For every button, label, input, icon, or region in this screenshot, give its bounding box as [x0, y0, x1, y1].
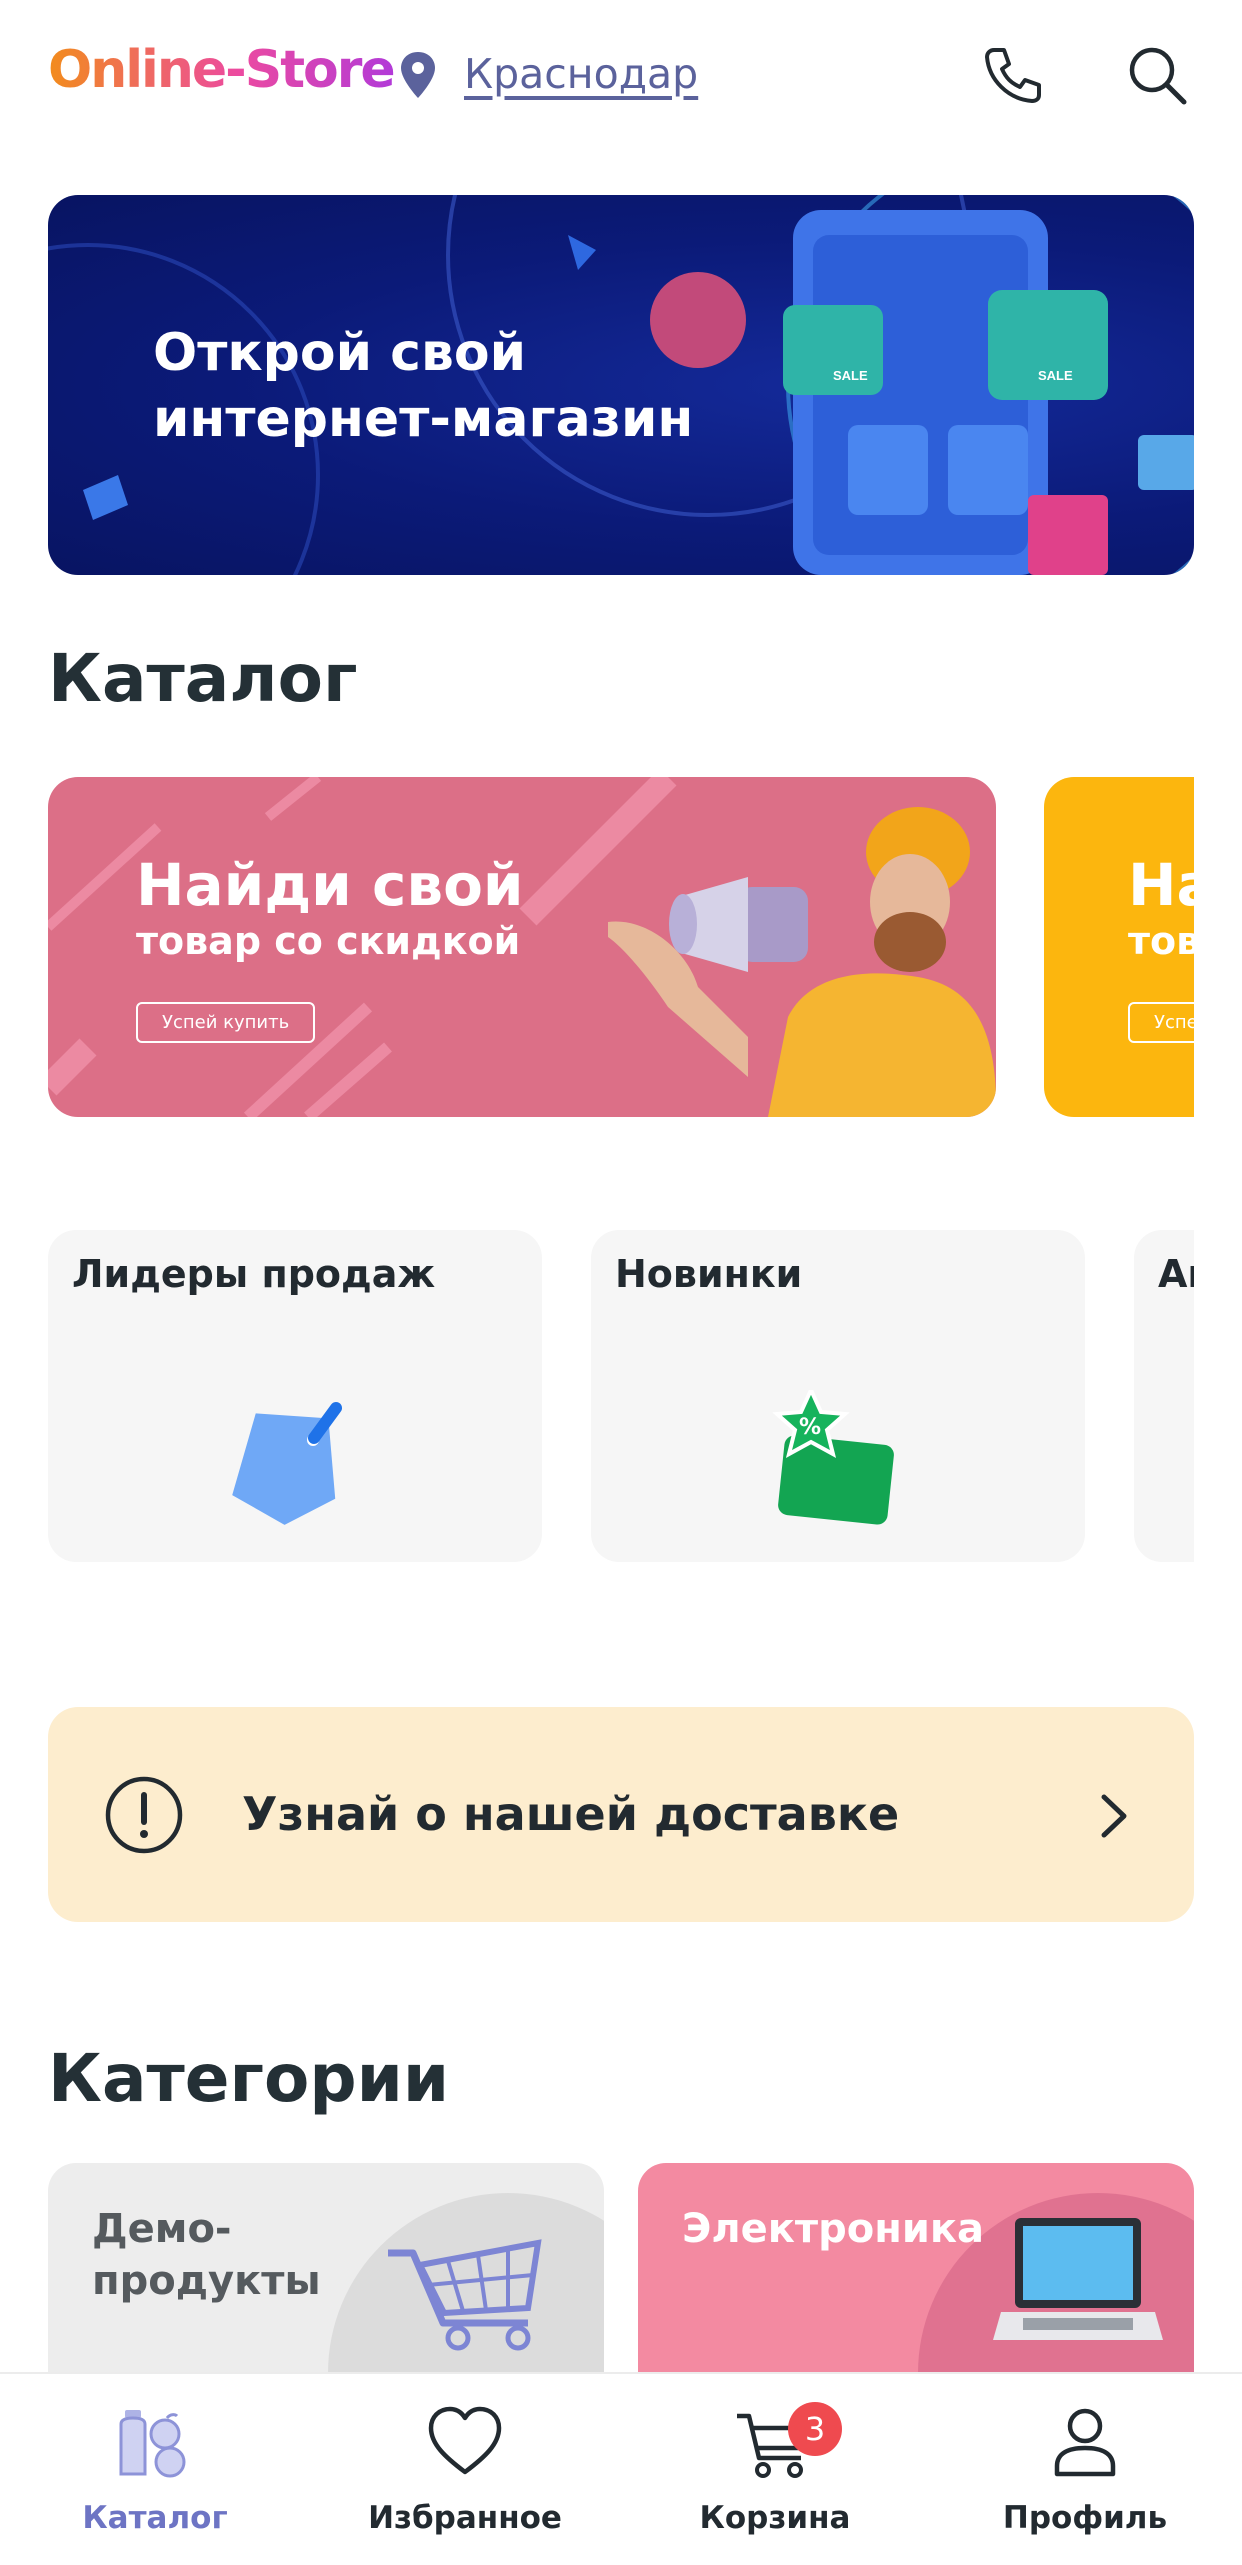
info-exclamation-icon	[105, 1776, 183, 1854]
nav-favorites[interactable]: Избранное	[310, 2374, 620, 2565]
nav-profile[interactable]: Профиль	[930, 2374, 1240, 2565]
collection-tiles: Лидеры продаж Новинки % Ак	[48, 1230, 1194, 1565]
yellow-banner-subtitle: тов	[1128, 919, 1194, 963]
chevron-right-icon	[1101, 1794, 1127, 1838]
category-electronics[interactable]: Электроника	[638, 2163, 1194, 2383]
catalog-icon	[119, 2410, 186, 2478]
svg-text:%: %	[799, 1415, 821, 1440]
discount-banner-title: Найди свой	[136, 851, 524, 919]
catalog-section-title: Каталог	[48, 640, 358, 717]
shopping-cart-icon	[388, 2239, 542, 2351]
store-logo[interactable]: Online-Store	[48, 38, 396, 102]
hurry-buy-button[interactable]: Успей купить	[136, 1002, 316, 1043]
tile-label: Ак	[1158, 1252, 1194, 1296]
categories-section-title: Категории	[48, 2040, 450, 2117]
user-icon	[1054, 2408, 1116, 2477]
sale-badge: SALE	[833, 368, 868, 383]
nav-label: Профиль	[1002, 2500, 1168, 2536]
tile-promotions[interactable]: Ак	[1134, 1230, 1194, 1562]
tile-new-arrivals[interactable]: Новинки %	[591, 1230, 1085, 1562]
delivery-info-banner[interactable]: Узнай о нашей доставке	[48, 1707, 1194, 1922]
nav-label: Корзина	[699, 2500, 851, 2536]
bottom-navigation: Каталог Избранное 3 Корзина Профиль	[0, 2372, 1242, 2565]
laptop-icon	[993, 2218, 1163, 2340]
city-selector[interactable]: Краснодар	[464, 46, 698, 102]
search-icon[interactable]	[1122, 40, 1192, 110]
promo-banner[interactable]: SALE SALE Открой свой интернет-магазин	[48, 195, 1194, 575]
nav-label: Избранное	[368, 2500, 562, 2536]
app-header: Online-Store Краснодар	[0, 0, 1242, 150]
nav-catalog[interactable]: Каталог	[0, 2374, 310, 2565]
price-tag-icon	[232, 1402, 342, 1525]
tile-label: Новинки	[615, 1252, 803, 1296]
nav-label: Каталог	[82, 2500, 228, 2536]
nav-cart[interactable]: 3 Корзина	[620, 2374, 930, 2565]
sale-badge: SALE	[1038, 368, 1073, 383]
tile-bestsellers[interactable]: Лидеры продаж	[48, 1230, 542, 1562]
yellow-banner[interactable]: На тов Успе	[1044, 777, 1194, 1117]
discount-star-icon: %	[772, 1390, 894, 1525]
catalog-banner-carousel[interactable]: Найди свой товар со скидкой Успей купить…	[48, 777, 1194, 1117]
cart-count-badge: 3	[788, 2402, 842, 2456]
discount-banner[interactable]: Найди свой товар со скидкой Успей купить	[48, 777, 996, 1117]
category-label: Электроника	[682, 2206, 985, 2252]
yellow-banner-title: На	[1128, 851, 1194, 919]
discount-banner-subtitle: товар со скидкой	[136, 919, 521, 963]
delivery-text: Узнай о нашей доставке	[242, 1787, 900, 1841]
promo-title: Открой свой интернет-магазин	[153, 323, 694, 449]
heart-icon	[428, 2406, 502, 2475]
phone-icon[interactable]	[978, 40, 1048, 110]
location-pin-icon[interactable]	[398, 50, 438, 100]
category-label: Демо- продукты	[92, 2206, 321, 2304]
yellow-banner-button[interactable]: Успе	[1128, 1002, 1194, 1043]
tile-label: Лидеры продаж	[72, 1252, 436, 1296]
category-demo-products[interactable]: Демо- продукты	[48, 2163, 604, 2383]
